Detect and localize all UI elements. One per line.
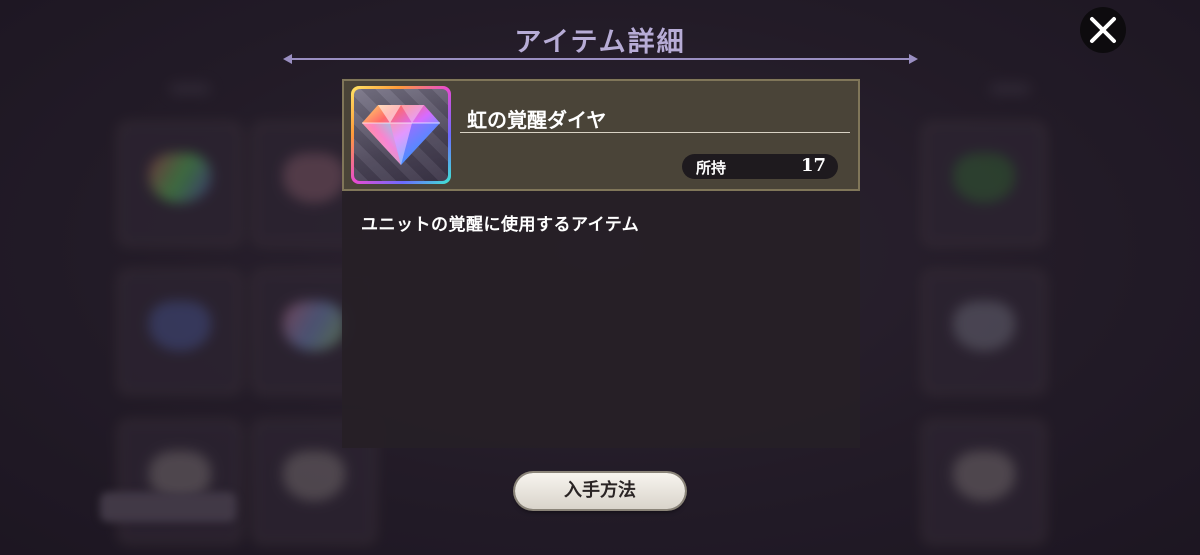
item-icon-frame [351, 86, 451, 184]
owned-count: 17 [800, 155, 826, 176]
obtain-method-button[interactable]: 入手方法 [515, 473, 685, 509]
dialog-title: アイテム詳細 [514, 27, 686, 58]
item-name-underline [460, 132, 850, 133]
owned-label: 所持 [696, 159, 727, 177]
item-name: 虹の覚醒ダイヤ [467, 108, 607, 132]
item-description: ユニットの覚醒に使用するアイテム [361, 215, 640, 235]
close-button[interactable] [1080, 7, 1126, 53]
owned-count-badge: 所持 17 [682, 154, 838, 179]
divider-arrow-left [283, 54, 292, 64]
divider-arrow-right [909, 54, 918, 64]
title-divider [290, 58, 910, 60]
close-icon [1090, 17, 1116, 43]
rainbow-diamond-icon [362, 105, 440, 165]
